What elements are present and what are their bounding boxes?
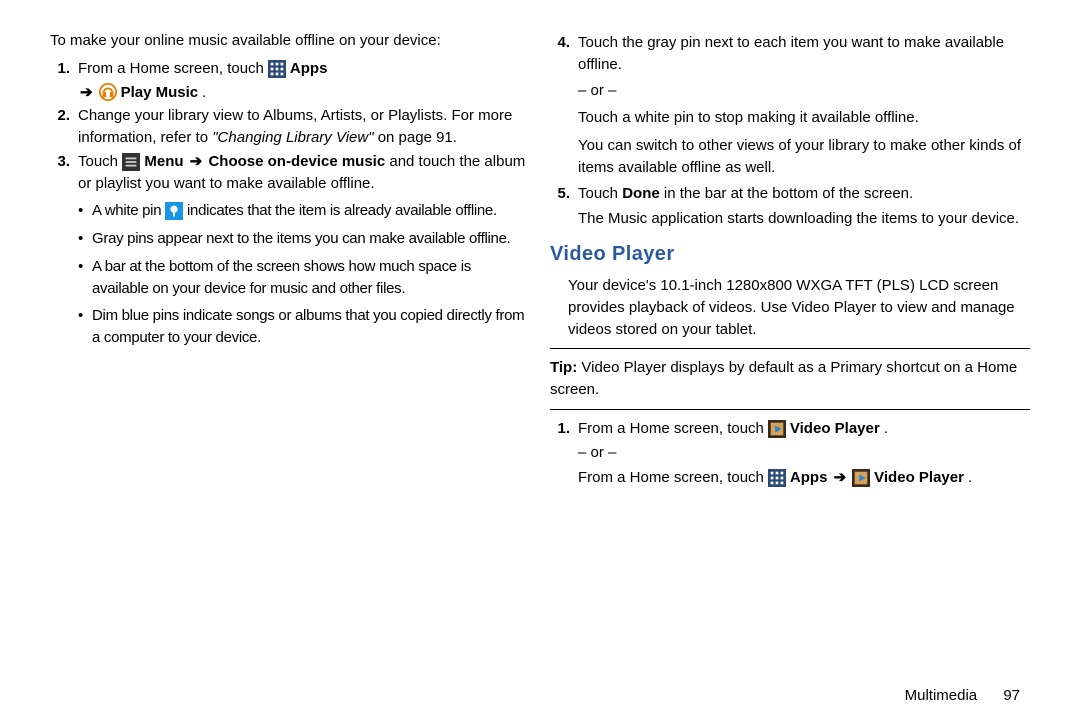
- step4-c: You can switch to other views of your li…: [578, 135, 1030, 179]
- tip-label: Tip:: [550, 359, 577, 376]
- page-footer: Multimedia 97: [905, 687, 1020, 704]
- b2: Gray pins appear next to the items you c…: [92, 228, 530, 250]
- b1-b: indicates that the item is already avail…: [187, 202, 497, 219]
- step5-b: in the bar at the bottom of the screen.: [660, 185, 913, 202]
- video-player-label: Video Player: [874, 467, 964, 489]
- menu-icon: [122, 153, 140, 171]
- divider: [550, 348, 1030, 349]
- tip-body: Video Player displays by default as a Pr…: [550, 359, 1017, 398]
- intro-text: To make your online music available offl…: [50, 30, 530, 52]
- done-label: Done: [622, 185, 660, 202]
- step-3: 3. Touch Menu ➔ Choose on-device music a…: [50, 151, 530, 195]
- b1-a: A white pin: [92, 202, 165, 219]
- step-number: 1.: [550, 418, 578, 489]
- step-2: 2. Change your library view to Albums, A…: [50, 105, 530, 149]
- bullet-2: •Gray pins appear next to the items you …: [78, 228, 530, 250]
- step-1: 1. From a Home screen, touch Apps: [50, 58, 530, 80]
- play-music-icon: [99, 83, 117, 101]
- vp-step-1: 1. From a Home screen, touch Video Playe…: [550, 418, 1030, 489]
- step4-or: – or –: [578, 80, 1030, 102]
- step3-touch: Touch: [78, 153, 122, 170]
- period: .: [968, 467, 972, 489]
- video-player-label: Video Player: [790, 418, 880, 440]
- step1-pre: From a Home screen, touch: [78, 58, 264, 80]
- apps-grid-icon: [268, 60, 286, 78]
- period: .: [202, 82, 206, 104]
- vp1-b: From a Home screen, touch: [578, 467, 764, 489]
- step-4: 4. Touch the gray pin next to each item …: [550, 32, 1030, 179]
- b3: A bar at the bottom of the screen shows …: [92, 256, 530, 300]
- period: .: [884, 418, 888, 440]
- step-number: 3.: [50, 151, 78, 195]
- step5-c: The Music application starts downloading…: [578, 208, 1030, 230]
- bullet-3: •A bar at the bottom of the screen shows…: [78, 256, 530, 300]
- arrow-icon: ➔: [832, 467, 849, 489]
- footer-page: 97: [1003, 687, 1020, 704]
- apps-label: Apps: [290, 58, 328, 80]
- step-number: 1.: [50, 58, 78, 80]
- bullet-1: • A white pin indicates that the item is…: [78, 200, 530, 222]
- menu-label: Menu: [144, 153, 183, 170]
- left-column: To make your online music available offl…: [50, 30, 530, 491]
- step-number: 4.: [550, 32, 578, 179]
- footer-section: Multimedia: [905, 687, 978, 704]
- apps-grid-icon: [768, 469, 786, 487]
- right-column: 4. Touch the gray pin next to each item …: [550, 30, 1030, 491]
- bullet-4: •Dim blue pins indicate songs or albums …: [78, 305, 530, 349]
- arrow-icon: ➔: [188, 153, 205, 170]
- video-player-icon: [768, 420, 786, 438]
- step-5: 5. Touch Done in the bar at the bottom o…: [550, 183, 1030, 231]
- choose-label: Choose on-device music: [208, 153, 385, 170]
- step-number: 5.: [550, 183, 578, 231]
- step2-text-b: on page 91.: [374, 129, 457, 146]
- step-number: 2.: [50, 105, 78, 149]
- b4: Dim blue pins indicate songs or albums t…: [92, 305, 530, 349]
- step4-a: Touch the gray pin next to each item you…: [578, 32, 1030, 76]
- step2-ref: "Changing Library View": [212, 129, 373, 146]
- vp1-a: From a Home screen, touch: [578, 418, 764, 440]
- arrow-icon: ➔: [78, 82, 95, 104]
- apps-label: Apps: [790, 467, 828, 489]
- step5-a: Touch: [578, 185, 622, 202]
- video-player-heading: Video Player: [550, 240, 1030, 269]
- step4-b: Touch a white pin to stop making it avai…: [578, 107, 1030, 129]
- video-player-icon: [852, 469, 870, 487]
- tip-row: Tip: Video Player displays by default as…: [550, 357, 1030, 401]
- play-music-label: Play Music: [121, 82, 199, 104]
- divider: [550, 409, 1030, 410]
- vp1-or: – or –: [578, 442, 1030, 464]
- step1-continuation: ➔ Play Music.: [78, 82, 530, 104]
- vp-intro: Your device's 10.1-inch 1280x800 WXGA TF…: [568, 275, 1030, 340]
- white-pin-icon: [165, 202, 183, 220]
